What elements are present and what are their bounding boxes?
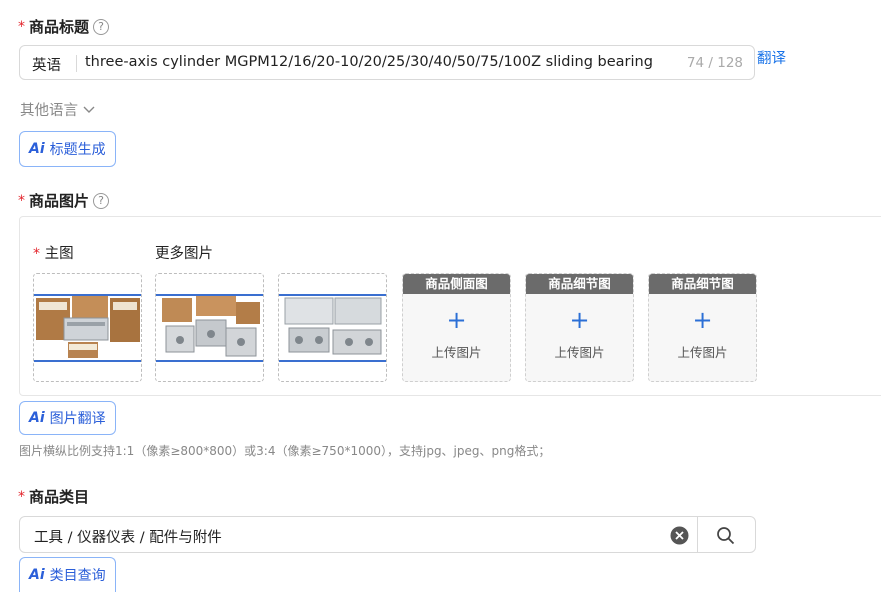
category-label: 商品类目 (29, 488, 90, 506)
product-photo (279, 274, 386, 381)
ai-icon: Ai (29, 567, 45, 583)
product-photo (156, 274, 263, 381)
slot-header: 商品细节图 (526, 274, 633, 294)
search-divider (697, 517, 698, 552)
upload-label: 上传图片 (554, 345, 605, 360)
translate-link[interactable]: 翻译 (757, 47, 786, 68)
ai-image-translate-button[interactable]: Ai 图片翻译 (19, 401, 116, 435)
input-divider (76, 55, 77, 72)
other-languages-toggle[interactable]: 其他语言 (20, 99, 95, 120)
product-photo (34, 274, 141, 381)
main-image-label: * 主图 (33, 246, 74, 262)
images-label-row: * 商品图片 ? (18, 190, 110, 211)
upload-slot-detail[interactable]: 商品细节图 + 上传图片 (648, 273, 757, 382)
ai-icon: Ai (29, 141, 45, 157)
upload-label: 上传图片 (677, 345, 728, 360)
ai-image-translate-label: 图片翻译 (49, 411, 106, 427)
ai-title-generate-button[interactable]: Ai 标题生成 (19, 131, 116, 167)
char-count: 74 / 128 (686, 55, 743, 71)
title-label: 商品标题 (29, 18, 90, 36)
title-input[interactable]: 英语 three-axis cylinder MGPM12/16/20-10/2… (19, 45, 755, 80)
search-icon[interactable] (716, 526, 735, 545)
required-asterisk: * (18, 192, 25, 209)
more-images-label: 更多图片 (155, 246, 213, 262)
image-format-hint: 图片横纵比例支持1:1（像素≥800*800）或3:4（像素≥750*1000）… (19, 444, 551, 458)
plus-icon: + (446, 306, 467, 334)
upload-slot-detail[interactable]: 商品细节图 + 上传图片 (525, 273, 634, 382)
chevron-down-icon (83, 106, 95, 113)
category-input[interactable]: 工具 / 仪器仪表 / 配件与附件 (19, 516, 756, 553)
language-selector[interactable]: 英语 (32, 54, 61, 75)
help-icon[interactable]: ? (93, 192, 110, 209)
slot-header: 商品细节图 (649, 274, 756, 294)
ai-category-search-label: 类目查询 (49, 568, 106, 584)
clear-icon[interactable] (670, 526, 689, 545)
required-asterisk: * (18, 18, 25, 35)
category-label-row: * 商品类目 (18, 486, 89, 507)
ai-icon: Ai (29, 410, 45, 426)
title-value[interactable]: three-axis cylinder MGPM12/16/20-10/20/2… (85, 54, 653, 70)
required-asterisk: * (18, 488, 25, 505)
ai-title-generate-label: 标题生成 (49, 142, 106, 158)
help-icon[interactable]: ? (93, 18, 110, 35)
required-asterisk: * (33, 246, 40, 262)
plus-icon: + (569, 306, 590, 334)
upload-slot-side[interactable]: 商品侧面图 + 上传图片 (402, 273, 511, 382)
more-image-thumbnail[interactable] (278, 273, 387, 382)
more-image-thumbnail[interactable] (155, 273, 264, 382)
category-value: 工具 / 仪器仪表 / 配件与附件 (34, 530, 222, 546)
images-label: 商品图片 (29, 192, 90, 210)
other-languages-label: 其他语言 (20, 103, 78, 119)
ai-category-search-button[interactable]: Ai 类目查询 (19, 557, 116, 592)
title-label-row: * 商品标题 ? (18, 16, 110, 37)
plus-icon: + (692, 306, 713, 334)
upload-label: 上传图片 (431, 345, 482, 360)
slot-header: 商品侧面图 (403, 274, 510, 294)
main-image-thumbnail[interactable] (33, 273, 142, 382)
